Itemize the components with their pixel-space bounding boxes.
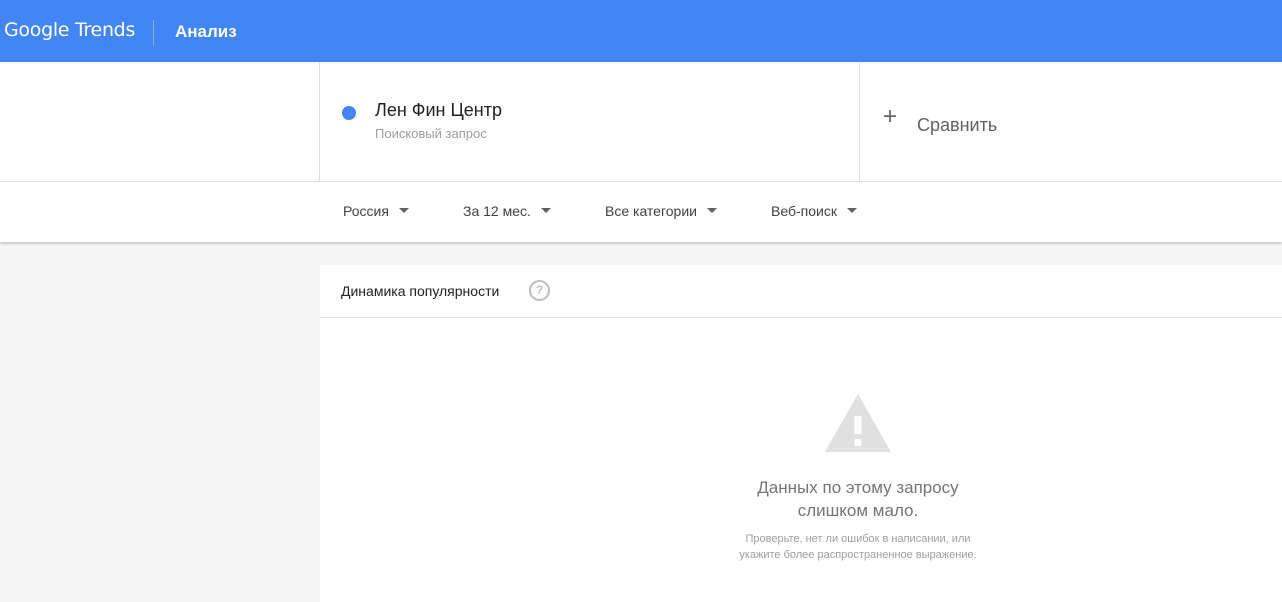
region-dropdown[interactable]: Россия [343, 203, 409, 219]
chevron-down-icon [398, 207, 409, 213]
no-data-message-line1: Данных по этому запросу [757, 478, 959, 497]
top-app-bar: Google Trends Анализ [0, 0, 1282, 62]
no-data-hint-line1: Проверьте, нет ли ошибок в написании, ил… [745, 533, 971, 545]
no-data-hint-line2: укажите более распространенное выражение… [739, 549, 977, 561]
chevron-down-icon [540, 207, 551, 213]
chevron-down-icon [706, 207, 717, 213]
period-dropdown[interactable]: За 12 мес. [463, 203, 551, 219]
compare-label: Сравнить [917, 115, 998, 135]
search-term-type: Поисковый запрос [375, 126, 487, 141]
page-title: Анализ [175, 22, 237, 41]
no-data-hint: Проверьте, нет ли ошибок в написании, ил… [658, 531, 1058, 563]
no-data-message: Данных по этому запросу слишком мало. [658, 476, 1058, 522]
term-color-dot [342, 106, 356, 120]
card-title: Динамика популярности [341, 283, 500, 299]
search-type-dropdown[interactable]: Веб-поиск [771, 203, 857, 219]
plus-icon: + [883, 103, 898, 130]
warning-icon [825, 394, 891, 452]
region-value: Россия [343, 203, 389, 219]
header-divider [153, 20, 154, 46]
search-terms-row: Лен Фин Центр Поисковый запрос + Сравнит… [0, 62, 1282, 182]
interest-over-time-card: Динамика популярности ? Данных по этому … [320, 265, 1282, 602]
filters-bar: Россия За 12 мес. Все категории Веб-поис… [0, 182, 1282, 242]
category-value: Все категории [605, 203, 697, 219]
search-term-name[interactable]: Лен Фин Центр [375, 100, 502, 121]
card-header: Динамика популярности ? [320, 265, 1282, 318]
search-type-value: Веб-поиск [771, 203, 837, 219]
category-dropdown[interactable]: Все категории [605, 203, 717, 219]
chevron-down-icon [846, 207, 857, 213]
search-term-card[interactable]: Лен Фин Центр Поисковый запрос [319, 62, 860, 181]
help-icon[interactable]: ? [529, 280, 550, 301]
no-data-message-line2: слишком мало. [797, 501, 919, 520]
period-value: За 12 мес. [463, 203, 531, 219]
compare-button[interactable]: + Сравнить [859, 62, 1282, 181]
google-trends-logo[interactable]: Google Trends [4, 19, 135, 41]
